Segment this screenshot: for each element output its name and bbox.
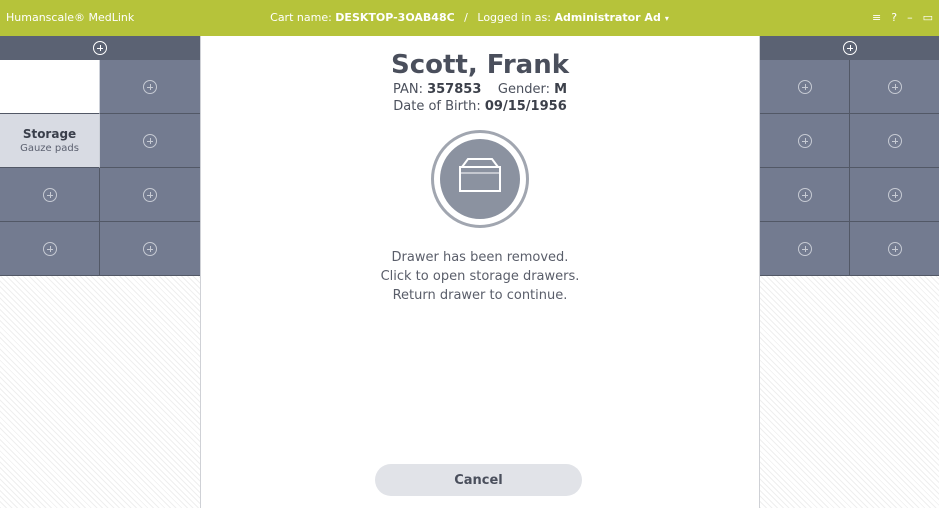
- drawer-slot-add[interactable]: [760, 114, 850, 168]
- drawer-slot-add[interactable]: [850, 168, 939, 222]
- patient-id-line: PAN: 357853 Gender: M: [201, 82, 759, 97]
- right-drawer-panel: [759, 36, 939, 508]
- plus-circle-icon: [797, 187, 812, 202]
- plus-circle-icon[interactable]: [843, 41, 857, 55]
- storage-label: Storage: [22, 127, 77, 141]
- drawer-slot-add[interactable]: [850, 114, 939, 168]
- plus-circle-icon: [797, 241, 812, 256]
- drawer-slot-storage[interactable]: Storage Gauze pads: [0, 114, 100, 168]
- dob-label: Date of Birth:: [393, 99, 481, 114]
- pan-value: 357853: [427, 82, 482, 97]
- drawer-icon[interactable]: [431, 130, 529, 228]
- drawer-slot-add[interactable]: [760, 60, 850, 114]
- plus-circle-icon: [888, 79, 902, 94]
- drawer-slot-add[interactable]: [100, 114, 200, 168]
- cart-value: DESKTOP-3OAB48C: [335, 11, 455, 24]
- message-line-2: Click to open storage drawers.: [380, 269, 580, 284]
- gender-value: M: [554, 82, 568, 97]
- left-panel-header: [0, 36, 200, 60]
- cancel-button[interactable]: Cancel: [375, 464, 582, 496]
- drawer-slot-add[interactable]: [760, 222, 850, 276]
- plus-circle-icon: [888, 187, 902, 202]
- cart-info: Cart name: DESKTOP-3OAB48C / Logged in a…: [0, 0, 939, 37]
- plus-circle-icon[interactable]: [93, 41, 107, 55]
- plus-circle-icon: [143, 241, 157, 256]
- main-content: Scott, Frank PAN: 357853 Gender: M Date …: [201, 36, 759, 508]
- plus-circle-icon: [143, 187, 157, 202]
- plus-circle-icon: [888, 241, 902, 256]
- drawer-slot-add[interactable]: [760, 168, 850, 222]
- dob-value: 09/15/1956: [484, 99, 567, 114]
- storage-sub: Gauze pads: [20, 143, 79, 154]
- minimize-icon[interactable]: –: [907, 0, 913, 36]
- drawer-slot-add[interactable]: [850, 60, 939, 114]
- plus-circle-icon: [42, 187, 57, 202]
- drawer-slot-add[interactable]: [0, 222, 100, 276]
- drawer-slot-add[interactable]: [100, 168, 200, 222]
- plus-circle-icon: [797, 133, 812, 148]
- window-controls: ≡ ? – ▭: [872, 0, 933, 36]
- drawer-icon-glyph: [459, 158, 501, 192]
- status-message: Drawer has been removed. Click to open s…: [201, 248, 759, 305]
- drawer-slot-add[interactable]: [850, 222, 939, 276]
- plus-circle-icon: [797, 79, 812, 94]
- drawer-slot-add[interactable]: [0, 168, 100, 222]
- drawer-slot-add[interactable]: [100, 222, 200, 276]
- right-panel-header: [760, 36, 939, 60]
- plus-circle-icon: [888, 133, 902, 148]
- plus-circle-icon: [143, 79, 157, 94]
- message-line-1: Drawer has been removed.: [391, 250, 569, 265]
- pan-label: PAN:: [392, 82, 423, 97]
- dob-line: Date of Birth: 09/15/1956: [201, 99, 759, 114]
- drawer-slot-add[interactable]: [100, 60, 200, 114]
- plus-circle-icon: [42, 241, 57, 256]
- maximize-icon[interactable]: ▭: [923, 0, 933, 36]
- cart-label: Cart name:: [270, 11, 332, 24]
- plus-circle-icon: [143, 133, 157, 148]
- logged-label: Logged in as:: [477, 11, 551, 24]
- left-drawer-grid: Storage Gauze pads: [0, 60, 200, 276]
- separator: /: [464, 11, 468, 24]
- title-bar: Humanscale® MedLink Cart name: DESKTOP-3…: [0, 0, 939, 36]
- gender-label: Gender:: [497, 82, 550, 97]
- chevron-down-icon[interactable]: ▾: [665, 14, 669, 23]
- message-line-3: Return drawer to continue.: [392, 288, 568, 303]
- drawer-slot-empty[interactable]: [0, 60, 100, 114]
- left-drawer-panel: Storage Gauze pads: [0, 36, 201, 508]
- help-icon[interactable]: ?: [891, 0, 897, 36]
- user-dropdown[interactable]: Administrator Ad: [554, 11, 660, 24]
- menu-icon[interactable]: ≡: [872, 0, 881, 36]
- right-drawer-grid: [760, 60, 939, 276]
- patient-name: Scott, Frank: [390, 50, 570, 80]
